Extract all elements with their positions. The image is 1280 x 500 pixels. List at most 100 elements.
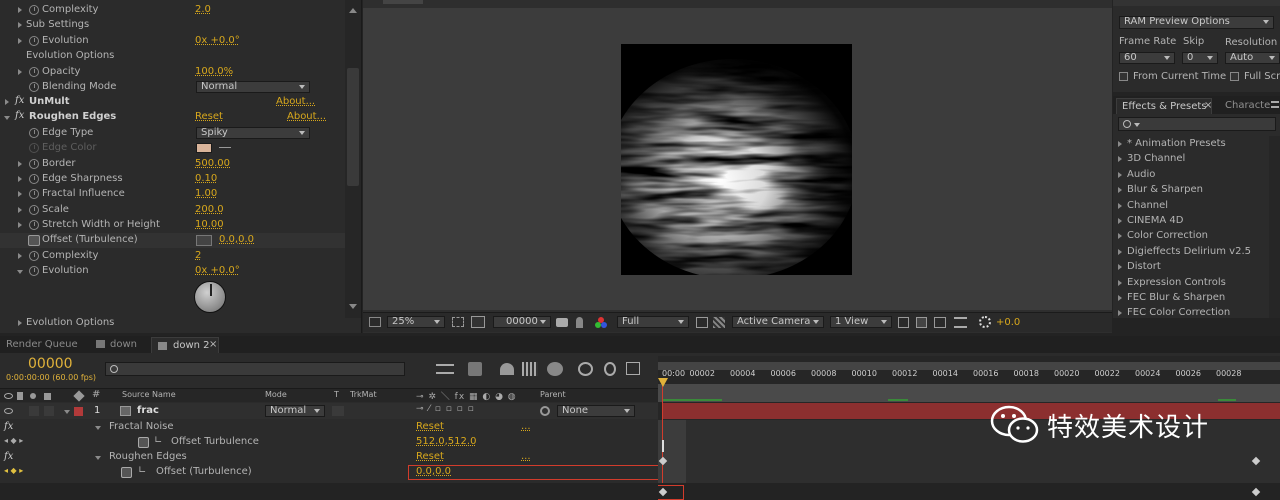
expand-arrow-icon[interactable] [1118, 171, 1122, 178]
full-screen-checkbox[interactable] [1230, 72, 1239, 81]
scrollbar[interactable] [345, 0, 361, 318]
expand-arrow-icon[interactable] [18, 161, 22, 167]
effects-category-item[interactable]: 3D Channel [1113, 152, 1268, 167]
timecode-field[interactable]: 00000 [493, 316, 551, 328]
brainstorm-icon[interactable] [604, 362, 616, 376]
view-layout-dropdown[interactable]: 1 View [830, 316, 892, 328]
property-value[interactable]: 512.0,512.0 [416, 436, 476, 447]
expand-arrow-icon[interactable] [1118, 218, 1122, 224]
tab-down[interactable]: down [110, 339, 137, 350]
stopwatch-icon[interactable] [29, 220, 39, 230]
about-link[interactable]: About... [276, 96, 315, 107]
expand-arrow-icon[interactable] [18, 69, 22, 75]
current-time-indicator[interactable] [662, 384, 663, 483]
expand-arrow-icon[interactable] [1118, 248, 1122, 255]
expand-arrow-icon[interactable] [1118, 141, 1122, 147]
expand-arrow-icon[interactable] [5, 99, 9, 105]
expand-arrow-icon[interactable] [18, 38, 22, 44]
current-timecode[interactable]: 00000 [28, 356, 73, 372]
stopwatch-active-icon[interactable] [121, 467, 132, 478]
collapse-arrow-icon[interactable] [17, 270, 23, 274]
close-tab-icon[interactable]: × [209, 339, 217, 350]
from-current-time-checkbox[interactable] [1119, 72, 1128, 81]
collapse-arrow-icon[interactable] [95, 426, 101, 430]
scroll-thumb[interactable] [347, 68, 359, 186]
graph-icon[interactable]: ∟ [154, 435, 162, 446]
layer-switches[interactable]: ⊸ ⁄ ▫ ▫ ▫ ▫ [416, 404, 475, 414]
effects-category-item[interactable]: FEC Blur & Sharpen [1113, 291, 1268, 306]
tab-character[interactable]: Characte [1225, 100, 1270, 111]
frame-blending-icon[interactable] [522, 362, 538, 376]
expand-arrow-icon[interactable] [1118, 295, 1122, 301]
playhead-icon[interactable] [658, 378, 668, 387]
comp-flowchart-icon[interactable] [934, 317, 946, 328]
stopwatch-icon[interactable] [29, 174, 39, 184]
close-tab-icon[interactable]: × [1204, 100, 1212, 111]
fx-icon[interactable]: fx [15, 110, 24, 121]
zoom-dropdown[interactable]: 25% [387, 316, 445, 328]
layer-name[interactable]: frac [137, 405, 159, 416]
property-value[interactable]: 1.00 [195, 188, 217, 199]
eye-icon[interactable] [4, 408, 13, 414]
about-link[interactable]: About... [287, 111, 326, 122]
grid-icon[interactable] [452, 317, 464, 327]
more-link[interactable]: ... [521, 421, 531, 432]
expand-arrow-icon[interactable] [1118, 264, 1122, 271]
toggle-pixel-aspect-icon[interactable] [898, 317, 909, 328]
frame-rate-dropdown[interactable]: 60 [1119, 52, 1175, 64]
comp-mini-flowchart-icon[interactable] [436, 364, 454, 374]
layer-row[interactable]: 1 frac Normal ⊸ ⁄ ▫ ▫ ▫ ▫ None [0, 403, 658, 419]
keyframe-icon[interactable] [1251, 487, 1261, 497]
label-color-swatch[interactable] [74, 407, 83, 416]
trkmat-header[interactable]: TrkMat [350, 390, 377, 399]
stopwatch-active-icon[interactable] [28, 235, 40, 246]
effects-category-item[interactable]: Expression Controls [1113, 276, 1268, 291]
evolution-dial-icon[interactable] [194, 281, 226, 313]
timeline-icon[interactable] [916, 317, 927, 328]
label-icon[interactable] [73, 390, 85, 402]
expand-arrow-icon[interactable] [18, 253, 22, 259]
keyframe-nav-icon[interactable]: ◂ ◆ ▸ [4, 436, 23, 445]
camera-dropdown[interactable]: Active Camera [732, 316, 824, 328]
solo-box[interactable] [29, 406, 39, 416]
expand-arrow-icon[interactable] [18, 207, 22, 213]
scrollbar[interactable] [1269, 136, 1280, 318]
stopwatch-icon[interactable] [29, 36, 39, 46]
stopwatch-icon[interactable] [29, 67, 39, 77]
viewer-tab-stub[interactable] [383, 0, 423, 4]
effects-category-item[interactable]: Channel [1113, 199, 1268, 214]
blending-mode-dropdown[interactable]: Normal [196, 81, 310, 93]
property-value[interactable]: 0.0,0.0 [219, 234, 254, 245]
pickwhip-icon[interactable] [540, 406, 550, 416]
tab-render-queue[interactable]: Render Queue [6, 339, 78, 350]
reset-link[interactable]: Reset [195, 111, 223, 122]
collapse-arrow-icon[interactable] [4, 116, 10, 120]
eyedropper-icon[interactable] [219, 147, 231, 148]
exposure-icon[interactable] [979, 316, 991, 328]
resolution-dropdown[interactable]: Full [617, 316, 689, 328]
fx-icon[interactable]: fx [4, 421, 13, 432]
expand-arrow-icon[interactable] [1118, 202, 1122, 209]
region-of-interest-icon[interactable] [471, 316, 485, 328]
exposure-value[interactable]: +0.0 [996, 317, 1020, 328]
resolution-dropdown[interactable]: Auto [1225, 52, 1280, 64]
3d-view-icon[interactable] [954, 317, 967, 328]
channel-icon[interactable] [595, 317, 607, 329]
timeline-search-input[interactable] [105, 362, 405, 376]
stopwatch-icon[interactable] [29, 205, 39, 215]
stopwatch-active-icon[interactable] [138, 437, 149, 448]
more-link[interactable]: ... [521, 451, 531, 462]
switches-header-icons[interactable]: ⊸ ✲ ＼ fx ▦ ◐ ◕ ◍ [416, 389, 517, 402]
effects-category-item[interactable]: Color Correction [1113, 229, 1268, 244]
effects-category-item[interactable]: Audio [1113, 168, 1268, 183]
crosshair-icon[interactable] [196, 235, 212, 246]
stopwatch-icon[interactable] [29, 189, 39, 199]
playback-controls[interactable] [1113, 0, 1280, 6]
expand-arrow-icon[interactable] [1118, 187, 1122, 194]
edge-type-dropdown[interactable]: Spiky [196, 127, 310, 139]
property-value[interactable]: 0x +0.0° [195, 35, 240, 46]
expand-arrow-icon[interactable] [18, 7, 22, 13]
property-value[interactable]: 10.00 [195, 219, 224, 230]
property-value[interactable]: 100.0% [195, 66, 233, 77]
ram-preview-options-dropdown[interactable]: RAM Preview Options [1119, 16, 1274, 29]
